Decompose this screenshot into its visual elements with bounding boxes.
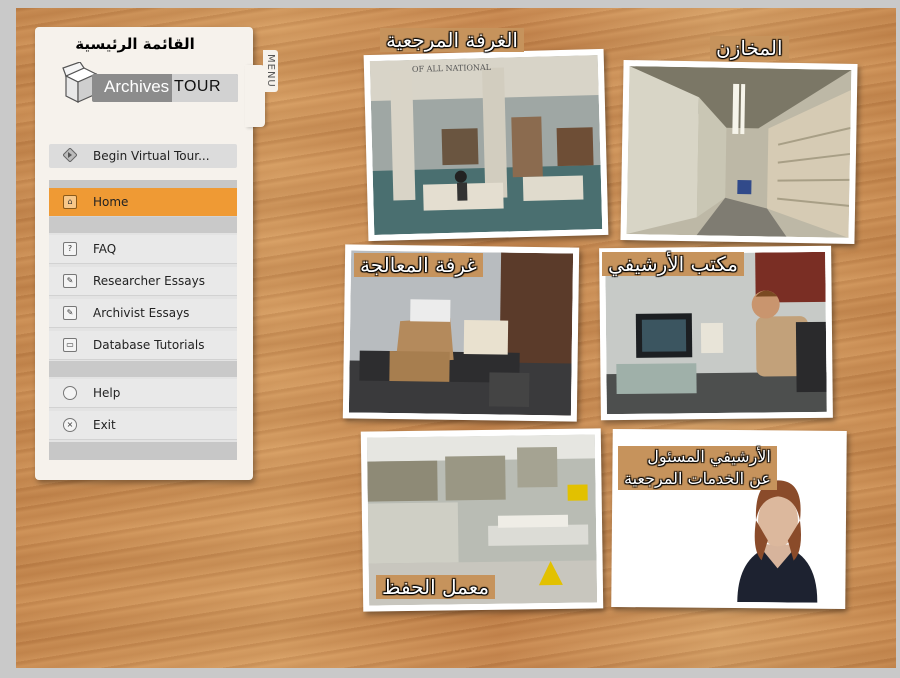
archives-tour-logo: Archives TOUR	[62, 62, 240, 106]
reference-room-tile[interactable]: OF ALL NATIONAL	[363, 48, 609, 242]
stacks-label: المخازن	[710, 36, 789, 60]
reference-room-label: الغرفة المرجعية	[380, 28, 524, 52]
stacks-tile[interactable]	[620, 59, 858, 245]
processing-room-label: غرفة المعالجة	[354, 253, 483, 277]
monitor-icon: ▭	[63, 338, 77, 352]
menu-item-home[interactable]: ⌂ Home	[49, 188, 237, 217]
menu-item-database-tutorials[interactable]: ▭ Database Tutorials	[49, 331, 237, 360]
conservation-lab-label: معمل الحفظ	[376, 575, 496, 599]
menu-item-label: FAQ	[93, 242, 117, 256]
home-icon: ⌂	[63, 195, 77, 209]
archivist-office-photo	[605, 251, 827, 415]
faq-icon: ?	[63, 242, 77, 256]
exit-icon: ×	[63, 418, 77, 432]
menu-item-archivist-essays[interactable]: ✎ Archivist Essays	[49, 299, 237, 328]
reference-room-photo: OF ALL NATIONAL	[369, 55, 603, 235]
reference-archivist-label-line2: عن الخدمات المرجعية	[624, 469, 771, 488]
menu-item-exit[interactable]: × Exit	[49, 411, 237, 440]
begin-virtual-tour-button[interactable]: Begin Virtual Tour...	[49, 144, 237, 168]
help-icon	[63, 386, 77, 400]
begin-virtual-tour-label: Begin Virtual Tour...	[93, 149, 210, 163]
menu-item-faq[interactable]: ? FAQ	[49, 235, 237, 264]
reference-archivist-label: الأرشيفي المسئول عن الخدمات المرجعية	[618, 446, 777, 490]
stacks-photo	[626, 66, 852, 238]
menu-item-help[interactable]: Help	[49, 379, 237, 408]
logo-tour-text: TOUR	[174, 78, 222, 95]
archivist-essay-icon: ✎	[63, 306, 77, 320]
researcher-essay-icon: ✎	[63, 274, 77, 288]
reference-archivist-label-line1: الأرشيفي المسئول	[647, 447, 771, 466]
menu-tab[interactable]: MENU	[263, 50, 278, 92]
menu-item-label: Help	[93, 386, 121, 400]
diamond-arrow-icon	[63, 148, 77, 162]
menu-item-label: Database Tutorials	[93, 338, 205, 352]
menu-item-label: Researcher Essays	[93, 274, 205, 288]
menu-item-label: Archivist Essays	[93, 306, 190, 320]
logo-archives-text: Archives	[104, 77, 170, 96]
menu-item-researcher-essays[interactable]: ✎ Researcher Essays	[49, 267, 237, 296]
menu-list: ⌂ Home ? FAQ ✎ Researcher Essays ✎ Archi…	[49, 180, 237, 460]
menu-item-label: Exit	[93, 418, 116, 432]
archivist-office-label: مكتب الأرشيفي	[602, 252, 744, 276]
menu-item-label: Home	[93, 195, 129, 209]
main-menu-title: القائمة الرئيسية	[75, 35, 195, 53]
